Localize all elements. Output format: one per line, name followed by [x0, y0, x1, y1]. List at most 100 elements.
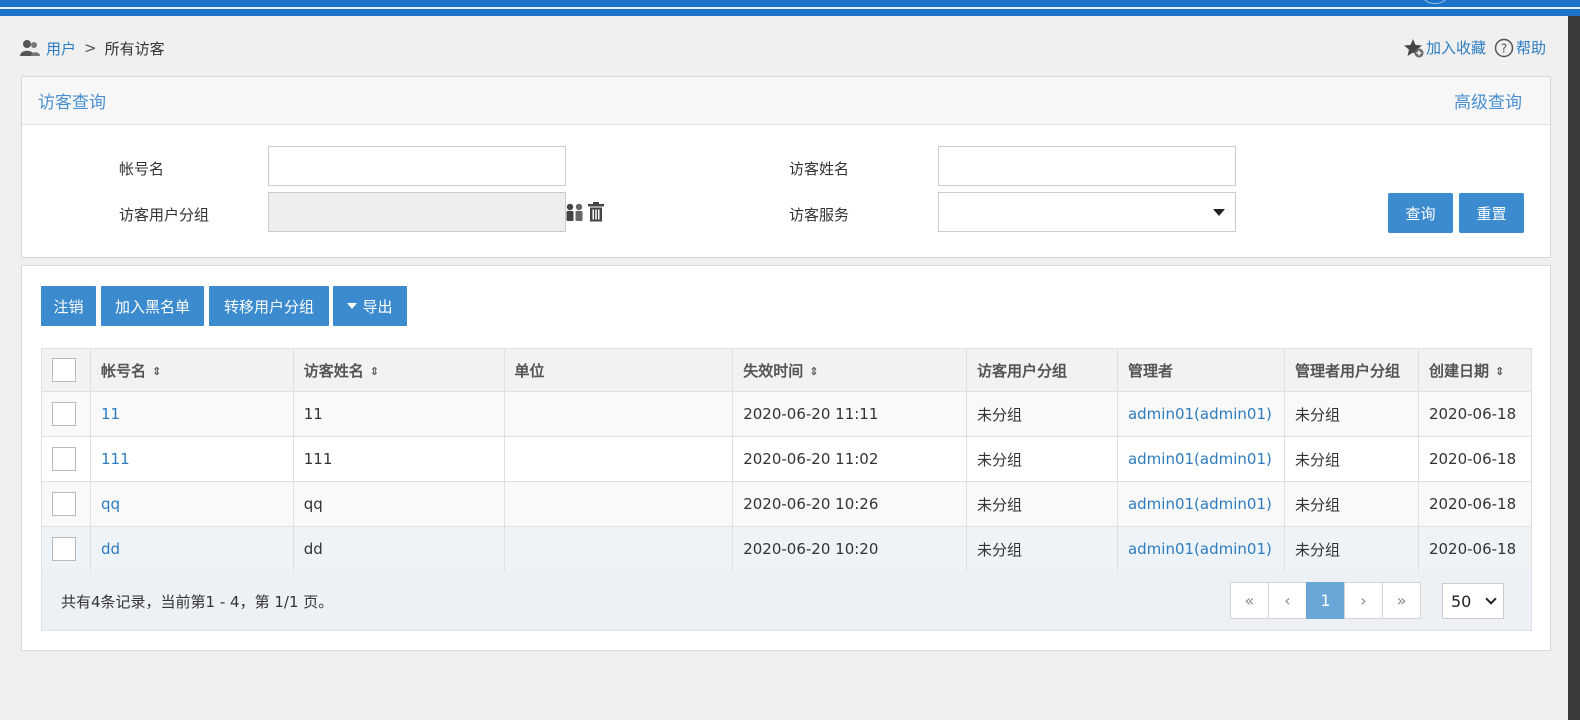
sort-icon[interactable]: ⇕	[152, 365, 161, 378]
page-button-current[interactable]: 1	[1306, 582, 1345, 619]
manager-group-cell: 未分组	[1283, 391, 1419, 437]
group-icons	[565, 202, 605, 222]
star-add-icon[interactable]	[1403, 38, 1424, 58]
account-label: 帐号名	[119, 160, 165, 178]
breadcrumb-separator: >	[84, 39, 97, 57]
manager-group-cell: 未分组	[1283, 436, 1419, 482]
window-scrollbar[interactable]	[1568, 16, 1580, 720]
table-header-row: 帐号名 ⇕ 访客姓名 ⇕ 单位 失效时间 ⇕ 访客用户分组 管理者 管理者用户分组 创…	[41, 348, 1533, 392]
row-select-cell	[41, 526, 91, 572]
group-cell: 未分组	[966, 526, 1118, 572]
manager-link[interactable]: admin01(admin01)	[1116, 436, 1285, 482]
row-checkbox[interactable]	[52, 447, 76, 471]
visitor-service-select[interactable]	[938, 192, 1236, 232]
chevron-down-icon	[1485, 593, 1497, 605]
visitor-list-panel: 注销 加入黑名单 转移用户分组 导出 帐号名 ⇕ 访客姓名 ⇕ 单位 失效时间 ⇕ 访…	[21, 265, 1551, 651]
select-all-checkbox[interactable]	[52, 358, 76, 382]
unit-cell	[503, 526, 734, 572]
unit-cell	[503, 481, 734, 527]
visitor-group-label: 访客用户分组	[119, 206, 210, 224]
table-footer: 共有4条记录，当前第1 - 4，第 1/1 页。 « ‹ 1 › » 50	[41, 571, 1532, 631]
row-select-cell	[41, 481, 91, 527]
prev-page-button[interactable]: ‹	[1268, 582, 1307, 619]
top-bar-circle	[1420, 0, 1450, 4]
group-cell: 未分组	[966, 391, 1118, 437]
created-cell: 2020-06-18	[1417, 436, 1533, 482]
help-link[interactable]: 帮助	[1516, 37, 1546, 58]
export-button[interactable]: 导出	[333, 286, 407, 326]
query-button[interactable]: 查询	[1388, 193, 1453, 233]
row-checkbox[interactable]	[52, 537, 76, 561]
account-link[interactable]: 111	[89, 436, 294, 482]
manager-link[interactable]: admin01(admin01)	[1116, 391, 1285, 437]
manager-link[interactable]: admin01(admin01)	[1116, 526, 1285, 572]
expire-cell: 2020-06-20 11:11	[732, 391, 968, 437]
search-panel-title: 访客查询	[38, 93, 106, 113]
col-manager-group: 管理者用户分组	[1283, 348, 1419, 392]
visitor-name-cell: 111	[292, 436, 505, 482]
record-summary: 共有4条记录，当前第1 - 4，第 1/1 页。	[61, 593, 334, 611]
last-page-button[interactable]: »	[1382, 582, 1421, 619]
col-manager: 管理者	[1116, 348, 1285, 392]
row-checkbox[interactable]	[52, 402, 76, 426]
group-picker-icon[interactable]	[565, 202, 585, 222]
expire-cell: 2020-06-20 10:26	[732, 481, 968, 527]
top-actions: 加入收藏 ? 帮助	[1403, 37, 1546, 58]
visitor-service-label: 访客服务	[789, 206, 850, 224]
table-row: dd dd 2020-06-20 10:20 未分组 admin01(admin…	[41, 526, 1533, 572]
manager-group-cell: 未分组	[1283, 481, 1419, 527]
move-group-button[interactable]: 转移用户分组	[209, 286, 329, 326]
top-bar	[0, 0, 1580, 16]
breadcrumb-user-link[interactable]: 用户	[46, 38, 76, 59]
col-visitor-group: 访客用户分组	[966, 348, 1118, 392]
account-input[interactable]	[268, 146, 566, 186]
pagination: « ‹ 1 › »	[1230, 582, 1421, 619]
account-link[interactable]: 11	[89, 391, 294, 437]
first-page-button[interactable]: «	[1230, 582, 1269, 619]
col-created-date[interactable]: 创建日期 ⇕	[1417, 348, 1533, 392]
advanced-search-link[interactable]: 高级查询	[1454, 88, 1522, 113]
search-panel: 访客查询 高级查询 帐号名 访客姓名 访客用户分组 访客服务 查询 重置	[21, 76, 1551, 258]
col-account[interactable]: 帐号名 ⇕	[89, 348, 294, 392]
search-panel-header: 访客查询 高级查询	[22, 77, 1550, 125]
svg-text:?: ?	[1501, 41, 1507, 55]
breadcrumb-current: 所有访客	[104, 39, 165, 58]
visitor-group-input[interactable]	[268, 192, 566, 232]
col-visitor-name[interactable]: 访客姓名 ⇕	[292, 348, 505, 392]
group-cell: 未分组	[966, 481, 1118, 527]
row-checkbox[interactable]	[52, 492, 76, 516]
trash-icon[interactable]	[587, 202, 605, 222]
reset-button[interactable]: 重置	[1459, 193, 1524, 233]
table-row: 111 111 2020-06-20 11:02 未分组 admin01(adm…	[41, 436, 1533, 482]
next-page-button[interactable]: ›	[1344, 582, 1383, 619]
visitor-table: 帐号名 ⇕ 访客姓名 ⇕ 单位 失效时间 ⇕ 访客用户分组 管理者 管理者用户分组 创…	[41, 348, 1533, 572]
add-favorite-link[interactable]: 加入收藏	[1426, 37, 1486, 58]
col-expire-time[interactable]: 失效时间 ⇕	[732, 348, 968, 392]
caret-down-icon	[347, 303, 358, 309]
created-cell: 2020-06-18	[1417, 391, 1533, 437]
sort-icon[interactable]: ⇕	[809, 365, 818, 378]
account-link[interactable]: dd	[89, 526, 294, 572]
help-icon[interactable]: ?	[1494, 38, 1514, 58]
sort-icon[interactable]: ⇕	[370, 365, 379, 378]
sort-icon[interactable]: ⇕	[1495, 365, 1504, 378]
add-blacklist-button[interactable]: 加入黑名单	[101, 286, 204, 326]
select-all-cell	[41, 348, 91, 392]
expire-cell: 2020-06-20 11:02	[732, 436, 968, 482]
page-size-value: 50	[1451, 591, 1472, 611]
manager-link[interactable]: admin01(admin01)	[1116, 481, 1285, 527]
manager-group-cell: 未分组	[1283, 526, 1419, 572]
breadcrumb: 用户 > 所有访客	[20, 37, 165, 59]
account-link[interactable]: qq	[89, 481, 294, 527]
logout-button[interactable]: 注销	[41, 286, 96, 326]
visitor-name-cell: qq	[292, 481, 505, 527]
unit-cell	[503, 436, 734, 482]
caret-down-icon	[1213, 209, 1225, 216]
page-size-select[interactable]: 50	[1442, 583, 1504, 619]
visitor-name-input[interactable]	[938, 146, 1236, 186]
visitor-name-label: 访客姓名	[789, 160, 850, 178]
row-select-cell	[41, 391, 91, 437]
visitor-name-cell: dd	[292, 526, 505, 572]
visitor-name-cell: 11	[292, 391, 505, 437]
user-icon	[20, 40, 40, 56]
